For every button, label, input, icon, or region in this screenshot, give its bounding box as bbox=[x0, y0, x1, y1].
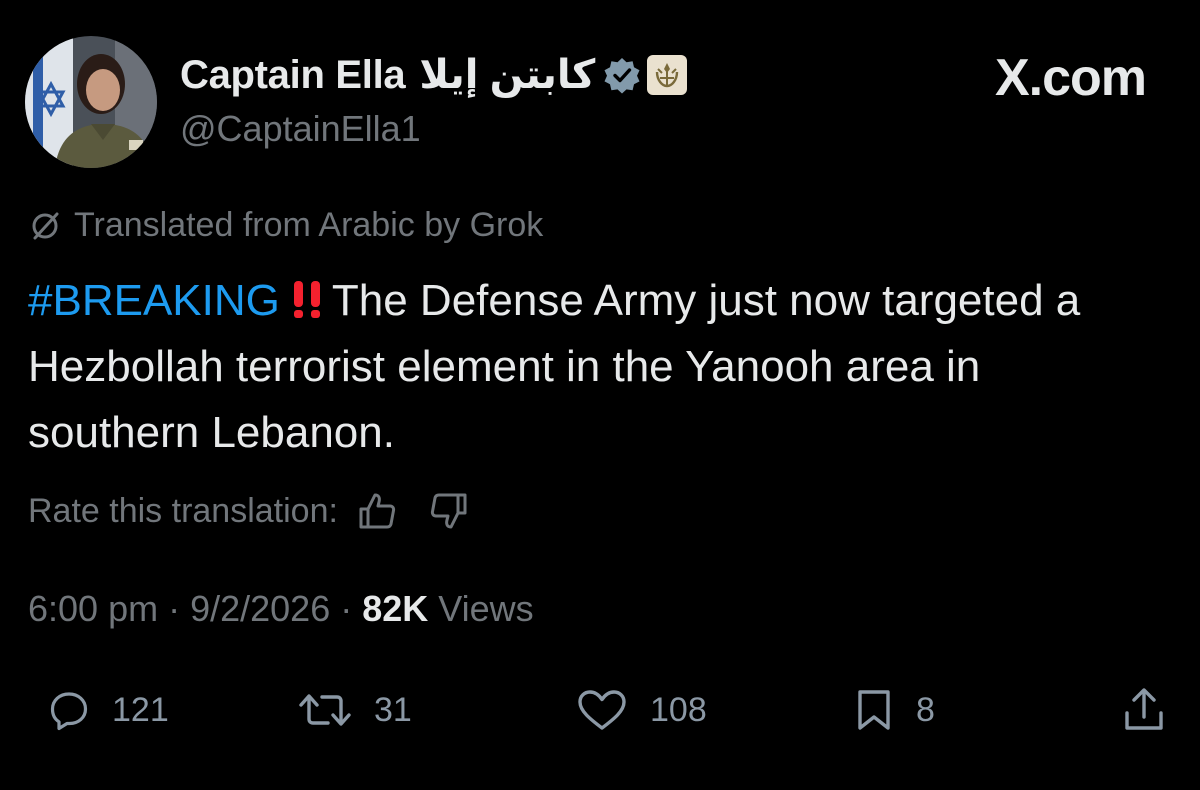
share-button[interactable] bbox=[1122, 680, 1188, 740]
hashtag-link[interactable]: #BREAKING bbox=[28, 276, 280, 325]
tweet-time[interactable]: 6:00 pm bbox=[28, 588, 158, 629]
like-count: 108 bbox=[650, 690, 707, 729]
thumbs-up-icon[interactable] bbox=[354, 488, 400, 534]
author-handle[interactable]: @CaptainElla1 bbox=[180, 108, 421, 150]
idf-emblem-icon[interactable] bbox=[647, 55, 688, 95]
heart-icon bbox=[578, 690, 626, 730]
repost-count: 31 bbox=[374, 690, 412, 729]
translation-notice: Translated from Arabic by Grok bbox=[28, 206, 543, 245]
author-name-row[interactable]: Captain Ella كابتن إيلا bbox=[180, 48, 688, 102]
repost-button[interactable]: 31 bbox=[298, 680, 412, 740]
repost-icon bbox=[299, 694, 351, 726]
bookmark-count: 8 bbox=[916, 690, 935, 729]
globe-slash-icon bbox=[32, 212, 59, 239]
tweet-date[interactable]: 9/2/2026 bbox=[190, 588, 330, 629]
views-count: 82K bbox=[362, 588, 429, 629]
reply-icon bbox=[50, 692, 88, 731]
thumbs-down-icon[interactable] bbox=[426, 488, 472, 534]
tweet-text: #BREAKING The Defense Army just now targe… bbox=[28, 268, 1148, 466]
brand-logo: X.com bbox=[994, 49, 1147, 107]
separator-dot: · bbox=[330, 588, 363, 629]
reply-button[interactable]: 121 bbox=[48, 680, 169, 740]
separator-dot: · bbox=[158, 588, 191, 629]
double-exclamation-icon bbox=[293, 281, 320, 318]
share-icon bbox=[1125, 688, 1163, 730]
display-name-arabic[interactable]: كابتن إيلا bbox=[419, 52, 595, 98]
rate-translation-label: Rate this translation: bbox=[28, 491, 338, 530]
display-name[interactable]: Captain Ella bbox=[180, 53, 406, 98]
rate-translation: Rate this translation: bbox=[28, 488, 472, 534]
avatar[interactable] bbox=[25, 36, 157, 168]
action-bar: 121 31 108 8 bbox=[0, 680, 1200, 740]
translation-notice-text: Translated from Arabic by Grok bbox=[74, 206, 544, 244]
views-label: Views bbox=[438, 588, 534, 629]
bookmark-icon bbox=[858, 690, 890, 730]
verified-badge-icon bbox=[603, 56, 641, 94]
reply-count: 121 bbox=[112, 690, 169, 729]
bookmark-button[interactable]: 8 bbox=[854, 680, 935, 740]
tweet-meta: 6:00 pm · 9/2/2026 · 82K Views bbox=[28, 588, 534, 630]
like-button[interactable]: 108 bbox=[576, 680, 707, 740]
